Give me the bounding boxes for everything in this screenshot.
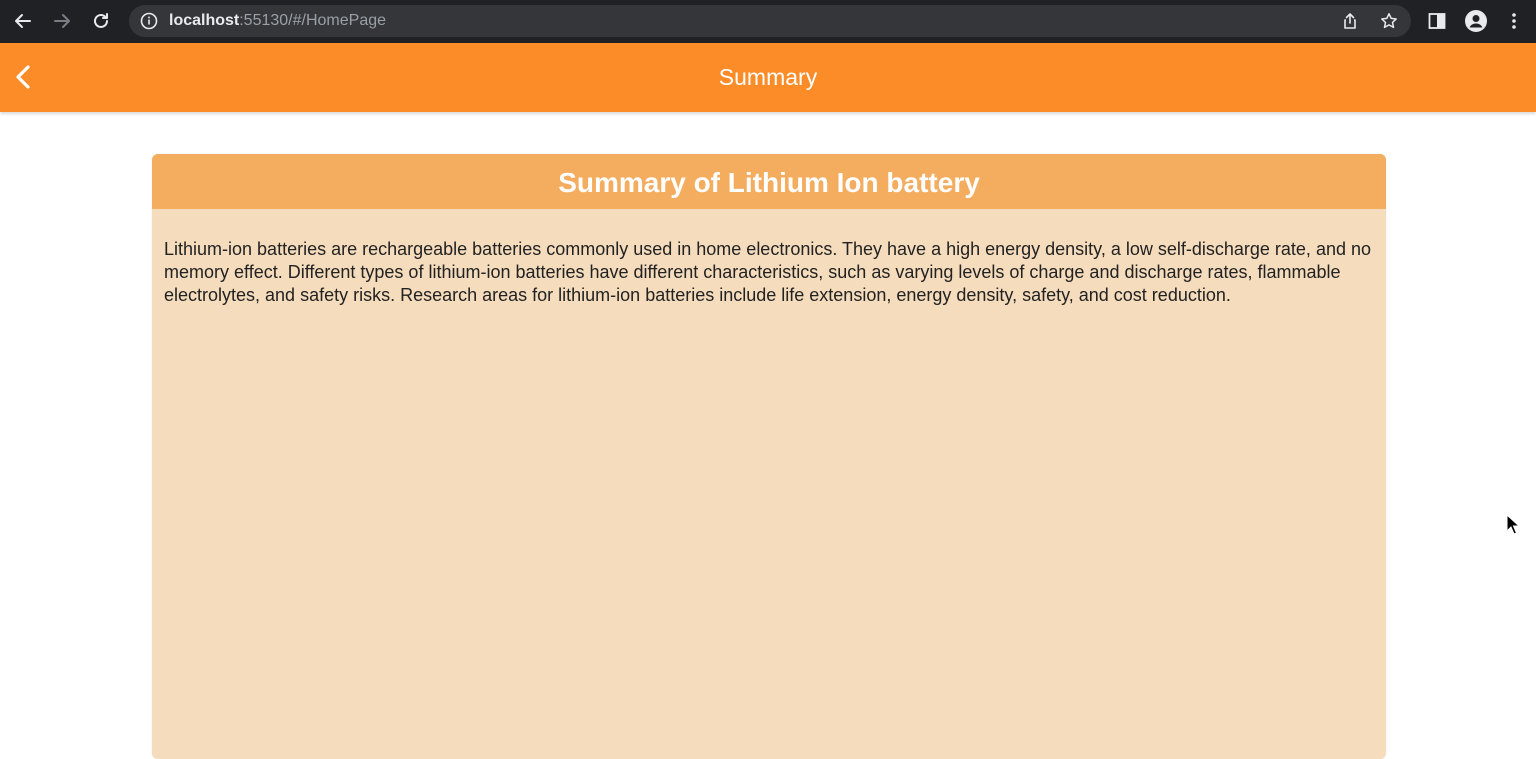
browser-toolbar: localhost:55130/#/HomePage (0, 0, 1536, 43)
arrow-left-icon (15, 14, 31, 28)
reload-button[interactable] (88, 8, 114, 34)
info-icon[interactable] (140, 12, 158, 30)
address-bar[interactable]: localhost:55130/#/HomePage (129, 5, 1411, 37)
arrow-right-icon (54, 14, 70, 28)
back-button[interactable] (10, 8, 36, 34)
browser-menu-button[interactable] (1503, 10, 1525, 32)
share-icon[interactable] (1341, 12, 1359, 30)
card-title: Summary of Lithium Ion battery (152, 154, 1386, 209)
side-panel-icon (1428, 13, 1446, 29)
url-path: :55130/#/HomePage (239, 12, 387, 29)
forward-button[interactable] (49, 8, 75, 34)
page-title: Summary (718, 64, 818, 90)
chevron-left-icon[interactable] (10, 63, 38, 91)
profile-icon (1465, 10, 1487, 32)
url-host: localhost (169, 12, 240, 29)
summary-card: Summary of Lithium Ion battery Lithium-i… (152, 154, 1386, 759)
url-text[interactable]: localhost:55130/#/HomePage (169, 12, 386, 30)
mouse-cursor-icon (1506, 514, 1520, 535)
side-panel-button[interactable] (1426, 10, 1448, 32)
profile-button[interactable] (1465, 10, 1487, 32)
kebab-menu-icon (1512, 13, 1516, 29)
star-icon[interactable] (1380, 12, 1398, 30)
reload-icon (94, 13, 108, 28)
summary-text: Lithium-ion batteries are rechargeable b… (164, 239, 1371, 305)
app-bar: Summary (0, 43, 1536, 112)
